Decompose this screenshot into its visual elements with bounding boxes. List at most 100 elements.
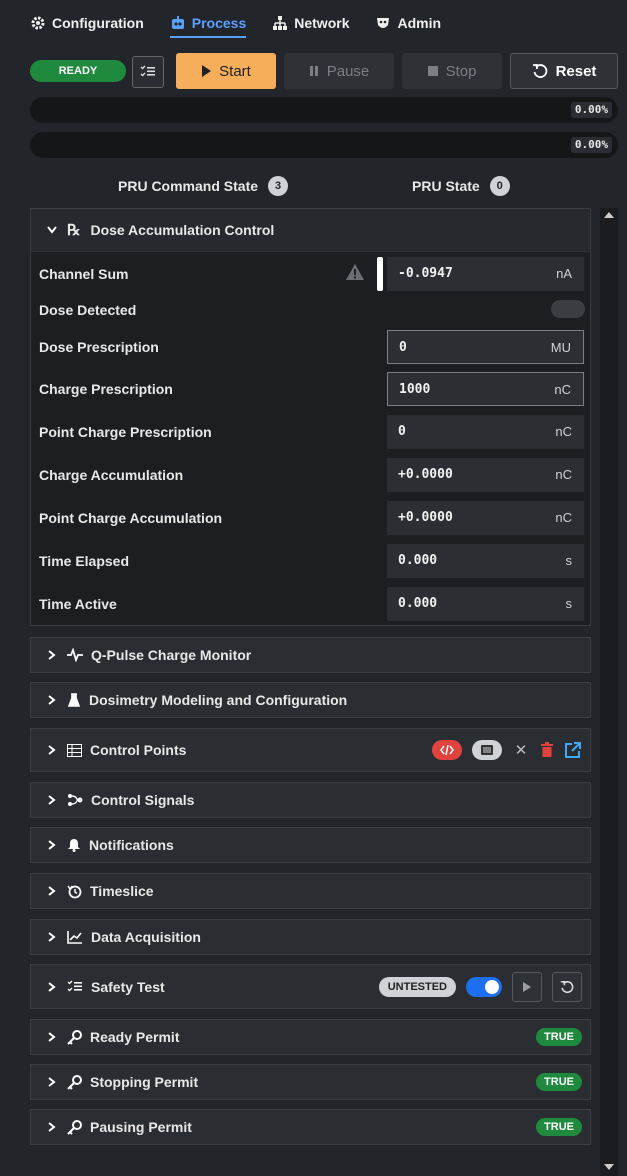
- point-charge-accumulation-label: Point Charge Accumulation: [39, 510, 223, 526]
- panel-title: Q-Pulse Charge Monitor: [91, 647, 252, 663]
- pru-command-state[interactable]: PRU Command State 3: [118, 176, 289, 196]
- permit-true-badge: TRUE: [536, 1118, 582, 1136]
- prescription-icon: ℞: [67, 222, 81, 239]
- panel-title: Control Signals: [91, 792, 195, 808]
- row-dose-prescription: Dose Prescription 0 MU: [39, 330, 585, 364]
- time-active-value: 0.000: [398, 596, 438, 611]
- pru-state-row: PRU Command State 3 PRU State 0: [30, 172, 618, 200]
- progress-label-1: 0.00%: [570, 102, 612, 118]
- point-charge-prescription-unit: nC: [555, 424, 572, 439]
- pausing-permit-status: TRUE: [536, 1110, 582, 1144]
- row-point-charge-accumulation: Point Charge Accumulation +0.0000 nC: [39, 501, 585, 535]
- trash-icon[interactable]: [540, 742, 554, 758]
- run-test-button[interactable]: [512, 971, 542, 1002]
- chevron-right-icon: [48, 1077, 56, 1087]
- panel-title: Safety Test: [91, 978, 165, 995]
- flask-icon: [67, 693, 81, 707]
- tab-configuration[interactable]: Configuration: [30, 10, 144, 36]
- panel-safety-test[interactable]: Safety Test UNTESTED: [30, 964, 591, 1009]
- channel-sum-indicator: [377, 257, 383, 291]
- panel-timeslice[interactable]: Timeslice: [30, 873, 591, 909]
- scroll-down-arrow[interactable]: [604, 1164, 614, 1170]
- warning-icon: [346, 264, 364, 280]
- external-link-icon[interactable]: [564, 741, 582, 759]
- history-icon: [67, 884, 82, 899]
- dose-detected-label: Dose Detected: [39, 302, 137, 318]
- panel-notifications[interactable]: Notifications: [30, 827, 591, 863]
- reset-test-button[interactable]: [552, 971, 582, 1002]
- dose-accumulation-title: Dose Accumulation Control: [90, 222, 275, 238]
- panel-stopping-permit[interactable]: Stopping Permit TRUE: [30, 1064, 591, 1100]
- tab-admin[interactable]: Admin: [375, 10, 441, 36]
- charge-accumulation-label: Charge Accumulation: [39, 467, 184, 483]
- panel-pausing-permit[interactable]: Pausing Permit TRUE: [30, 1109, 591, 1145]
- reset-button[interactable]: Reset: [510, 53, 618, 89]
- dose-detected-toggle[interactable]: [551, 300, 585, 318]
- scrollbar[interactable]: [600, 208, 618, 1176]
- checklist-button[interactable]: [132, 56, 164, 88]
- panel-control-points[interactable]: Control Points ✕: [30, 728, 591, 772]
- panel-title: Data Acquisition: [91, 929, 201, 945]
- play-icon: [202, 65, 212, 77]
- table-icon: [67, 743, 82, 757]
- key-icon: [67, 1074, 82, 1090]
- code-button[interactable]: [432, 740, 462, 760]
- pru-command-count: 3: [268, 176, 289, 196]
- pru-state-label: PRU State: [412, 178, 480, 194]
- row-time-active: Time Active 0.000 s: [39, 587, 585, 621]
- stopping-permit-status: TRUE: [536, 1065, 582, 1099]
- tab-process[interactable]: Process: [169, 10, 247, 38]
- time-elapsed-label: Time Elapsed: [39, 553, 130, 569]
- dose-accumulation-header[interactable]: ℞ Dose Accumulation Control: [31, 209, 590, 252]
- row-charge-prescription: Charge Prescription 1000 nC: [39, 372, 585, 406]
- key-icon: [67, 1029, 82, 1045]
- channel-sum-field: -0.0947 nA: [387, 257, 584, 291]
- mask-icon: [377, 18, 390, 28]
- panel-data-acquisition[interactable]: Data Acquisition: [30, 919, 591, 955]
- stop-icon: [427, 66, 438, 76]
- panel-q-pulse-charge-monitor[interactable]: Q-Pulse Charge Monitor: [30, 637, 591, 673]
- row-time-elapsed: Time Elapsed 0.000 s: [39, 544, 585, 578]
- safety-test-actions: UNTESTED: [378, 965, 582, 1008]
- point-charge-accumulation-field: +0.0000 nC: [387, 501, 584, 535]
- list-view-button[interactable]: [472, 740, 502, 760]
- charge-prescription-input[interactable]: 1000 nC: [387, 372, 584, 406]
- time-active-field: 0.000 s: [387, 587, 584, 621]
- signal-icon: [67, 793, 83, 807]
- checklist-icon: [140, 65, 155, 77]
- point-charge-prescription-field: 0 nC: [387, 415, 584, 449]
- close-icon[interactable]: ✕: [512, 741, 530, 759]
- panel-title: Stopping Permit: [90, 1074, 199, 1090]
- charge-accumulation-unit: nC: [555, 467, 572, 482]
- untested-badge: UNTESTED: [378, 976, 456, 997]
- panel-dosimetry-modeling[interactable]: Dosimetry Modeling and Configuration: [30, 682, 591, 718]
- channel-sum-unit: nA: [556, 266, 572, 281]
- tab-configuration-label: Configuration: [52, 15, 144, 31]
- channel-sum-value: -0.0947: [398, 266, 453, 281]
- scroll-up-arrow[interactable]: [604, 212, 614, 218]
- pru-state[interactable]: PRU State 0: [412, 176, 510, 196]
- list-icon: [481, 745, 493, 755]
- chevron-right-icon: [48, 695, 56, 705]
- panel-control-signals[interactable]: Control Signals: [30, 782, 591, 818]
- stop-button[interactable]: Stop: [402, 53, 502, 89]
- time-elapsed-value: 0.000: [398, 553, 438, 568]
- pause-button[interactable]: Pause: [284, 53, 394, 89]
- reset-icon: [532, 64, 547, 78]
- safety-test-toggle[interactable]: [466, 976, 502, 997]
- time-elapsed-unit: s: [565, 553, 573, 568]
- start-button[interactable]: Start: [176, 53, 276, 89]
- point-charge-accumulation-value: +0.0000: [398, 510, 453, 525]
- pulse-icon: [67, 648, 83, 662]
- key-icon: [67, 1119, 82, 1135]
- point-charge-accumulation-unit: nC: [555, 510, 572, 525]
- panel-ready-permit[interactable]: Ready Permit TRUE: [30, 1019, 591, 1055]
- row-channel-sum: Channel Sum -0.0947 nA: [39, 257, 585, 291]
- time-active-unit: s: [565, 596, 573, 611]
- permit-true-badge: TRUE: [536, 1073, 582, 1091]
- tab-network[interactable]: Network: [272, 10, 349, 36]
- permit-true-badge: TRUE: [536, 1028, 582, 1046]
- control-points-actions: ✕: [432, 729, 582, 771]
- dose-prescription-input[interactable]: 0 MU: [387, 330, 584, 364]
- time-elapsed-field: 0.000 s: [387, 544, 584, 578]
